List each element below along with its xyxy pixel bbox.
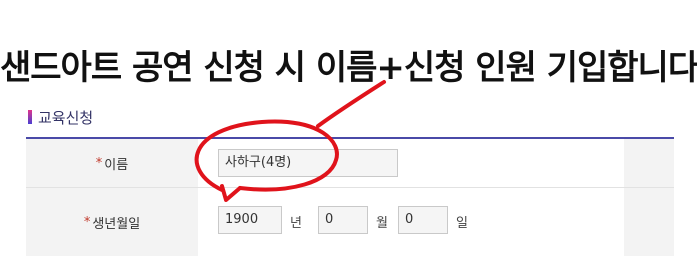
row-right-strip	[624, 139, 674, 187]
required-mark: *	[83, 214, 91, 230]
day-unit: 일	[456, 216, 468, 231]
name-row: * 이름 사하구(4명)	[26, 139, 674, 188]
name-value-cell: 사하구(4명)	[198, 139, 674, 187]
instruction-headline: 샌드아트 공연 신청 시 이름+신청 인원 기입합니다.	[0, 48, 697, 88]
birth-month-input[interactable]: 0	[318, 206, 368, 234]
month-unit: 월	[376, 216, 388, 231]
application-form: * 이름 사하구(4명) * 생년월일 1900 년 0 월 0 일	[26, 137, 674, 256]
birth-day-input[interactable]: 0	[398, 206, 448, 234]
section-title: 교육신청	[38, 108, 94, 127]
birthdate-row: * 생년월일 1900 년 0 월 0 일	[26, 188, 674, 256]
birth-year-input[interactable]: 1900	[218, 206, 282, 234]
birthdate-value-cell: 1900 년 0 월 0 일	[198, 188, 674, 256]
name-label-text: 이름	[104, 157, 129, 173]
birthdate-label-text: 생년월일	[92, 216, 141, 232]
section-marker-icon	[28, 110, 32, 124]
row-right-strip	[624, 188, 674, 256]
birthdate-label: * 생년월일	[26, 188, 198, 256]
section-header: 교육신청	[28, 106, 93, 128]
year-unit: 년	[290, 216, 302, 231]
name-input[interactable]: 사하구(4명)	[218, 149, 398, 177]
required-mark: *	[95, 155, 103, 171]
name-label: * 이름	[26, 139, 198, 187]
